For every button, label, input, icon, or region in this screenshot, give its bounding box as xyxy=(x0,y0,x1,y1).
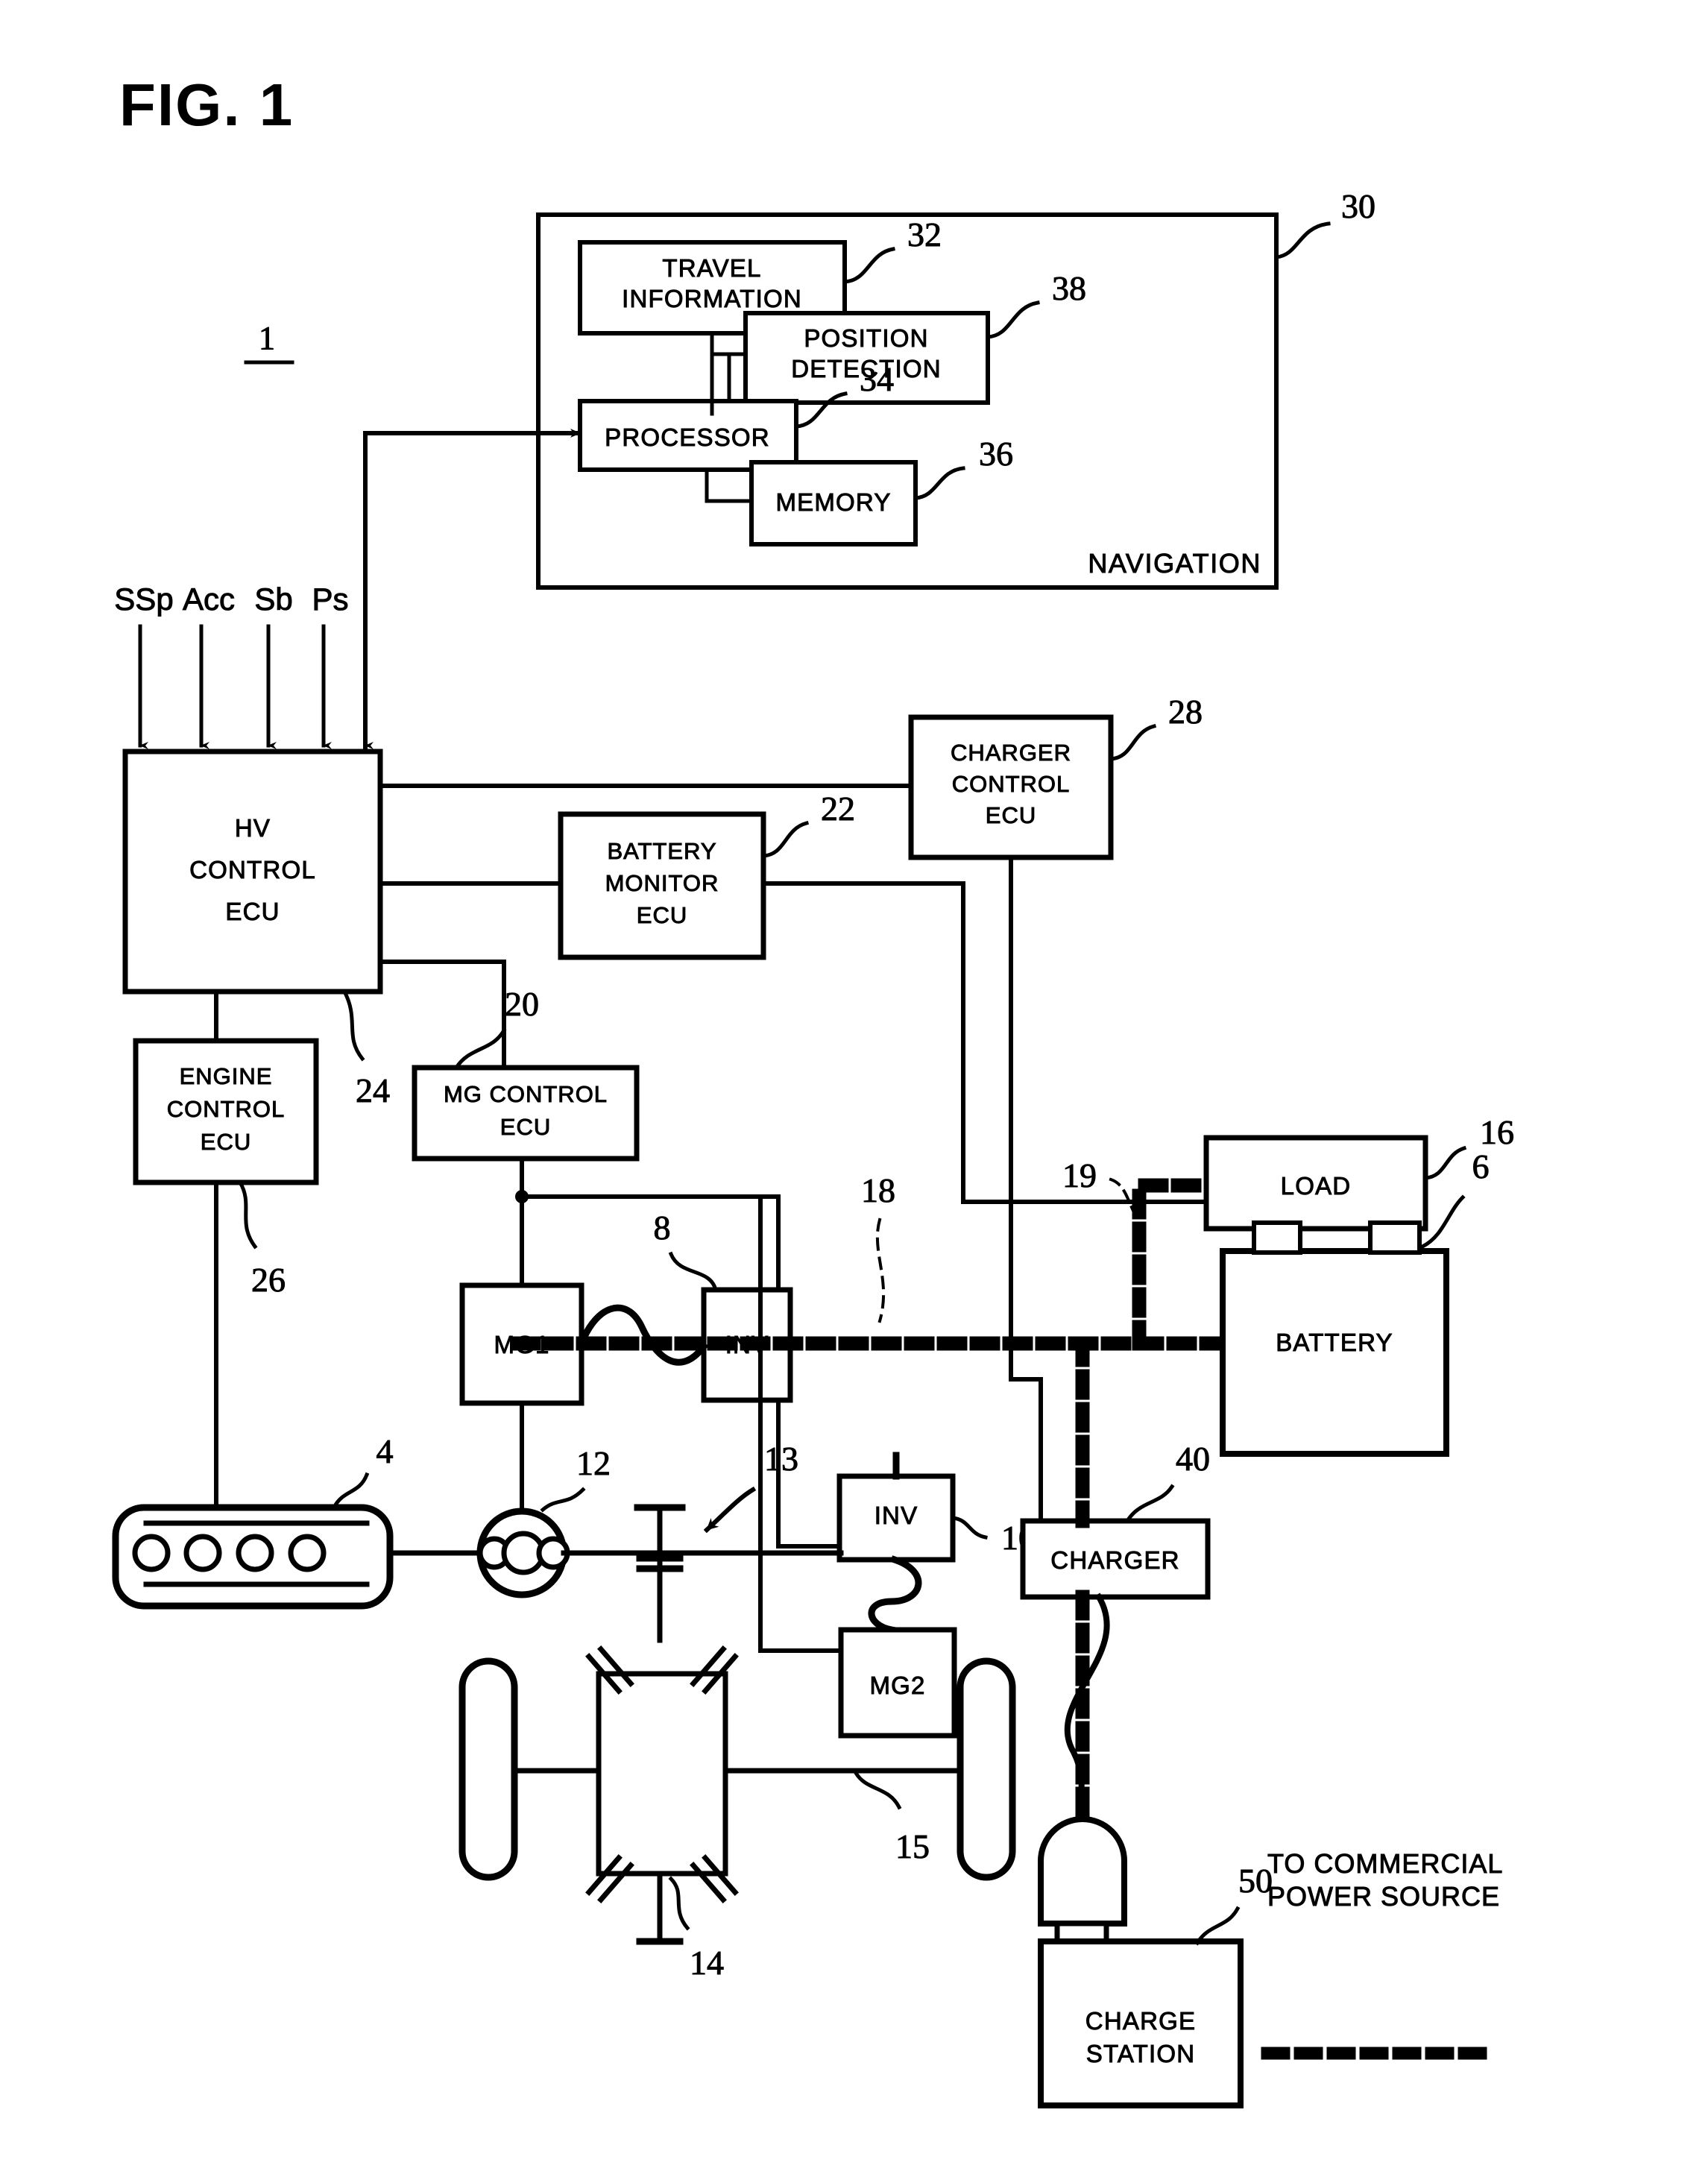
system-reference-number: 1 xyxy=(259,320,275,356)
wire-mg1junction-to-inv1 xyxy=(520,1194,763,1270)
leader-18 xyxy=(875,1217,886,1323)
leader-10 xyxy=(951,1516,988,1540)
block-battery-label: BATTERY xyxy=(1276,1329,1393,1356)
leader-22 xyxy=(761,820,810,858)
ref-number-26: 26 xyxy=(251,1261,286,1299)
block-position-detection-line1: POSITION xyxy=(804,324,928,352)
ref-number-14: 14 xyxy=(690,1944,724,1982)
wire-battery-monitor-to-bus xyxy=(761,881,1208,1204)
block-hv-control-ecu-line2: CONTROL xyxy=(189,856,316,883)
block-travel-information-line2: INFORMATION xyxy=(622,285,802,312)
ref-number-40: 40 xyxy=(1176,1440,1210,1478)
system-reference: 1 xyxy=(244,320,294,365)
block-inverter-2-label: INV xyxy=(875,1502,918,1529)
figure-canvas: 1 30 NAVIGATION TRAVEL INFORMATION 32 PO… xyxy=(112,187,1515,2108)
ac-waveform-inv2-mg2 xyxy=(868,1555,922,1634)
ref-number-38: 38 xyxy=(1052,269,1086,307)
ref-number-8: 8 xyxy=(654,1209,671,1247)
ref-number-12: 12 xyxy=(576,1444,611,1482)
leader-50 xyxy=(1194,1906,1241,1946)
block-charger-label: CHARGER xyxy=(1050,1546,1179,1574)
differential-body xyxy=(596,1671,728,1877)
transmission-gear xyxy=(634,1504,686,1643)
block-load-label: LOAD xyxy=(1281,1172,1352,1200)
ref-number-6: 6 xyxy=(1472,1147,1490,1185)
block-charge-station-line1: CHARGE xyxy=(1085,2007,1196,2035)
block-travel-information-line1: TRAVEL xyxy=(662,254,761,282)
wheel-left xyxy=(458,1657,518,1881)
block-battery-monitor-ecu-line3: ECU xyxy=(637,902,687,928)
leader-26 xyxy=(237,1179,258,1250)
ref-number-13: 13 xyxy=(764,1440,798,1478)
leader-15 xyxy=(853,1770,902,1810)
engine-cylinder-2 xyxy=(183,1534,222,1572)
ref-number-28: 28 xyxy=(1168,693,1203,731)
block-charger-control-ecu-line3: ECU xyxy=(986,802,1036,828)
load-branch-line xyxy=(1132,1178,1214,1351)
ref-number-19: 19 xyxy=(1062,1156,1097,1194)
block-processor-label: PROCESSOR xyxy=(605,423,770,451)
block-hv-control-ecu-line1: HV xyxy=(235,814,271,842)
wire-hv-to-mg-ecu xyxy=(378,960,506,1070)
ac-waveform-mg1-inv1 xyxy=(577,1304,709,1366)
ref-number-18: 18 xyxy=(861,1171,895,1209)
input-signal-arrows: SSp Acc Sb Ps xyxy=(114,582,374,749)
signal-label-ps: Ps xyxy=(312,582,348,617)
leader-6 xyxy=(1419,1194,1466,1250)
signal-label-acc: Acc xyxy=(183,582,235,617)
leader-19 xyxy=(1109,1177,1137,1216)
signal-label-ssp: SSp xyxy=(114,582,173,617)
commercial-power-line1: TO COMMERCIAL xyxy=(1267,1848,1503,1879)
ref-number-36: 36 xyxy=(979,435,1013,473)
leader-16 xyxy=(1423,1145,1467,1180)
battery-terminal-left xyxy=(1252,1220,1302,1255)
block-charger-control-ecu-line2: CONTROL xyxy=(952,771,1071,797)
block-battery-monitor-ecu-line1: BATTERY xyxy=(607,838,716,864)
ref-number-32: 32 xyxy=(907,215,942,253)
block-charger-control-ecu-line1: CHARGER xyxy=(951,740,1071,766)
ref-number-15: 15 xyxy=(895,1827,930,1865)
block-battery-monitor-ecu-line2: MONITOR xyxy=(605,870,719,896)
battery-terminal-right xyxy=(1368,1220,1422,1255)
ref-number-22: 22 xyxy=(821,790,855,828)
block-engine-control-ecu-line2: CONTROL xyxy=(167,1096,286,1122)
ref-number-4: 4 xyxy=(376,1432,394,1470)
leader-12 xyxy=(540,1487,586,1513)
ref-number-34: 34 xyxy=(860,360,894,398)
junction-dot-battery-feed xyxy=(1132,1194,1147,1209)
leader-28 xyxy=(1109,723,1157,761)
block-engine-control-ecu-line1: ENGINE xyxy=(180,1063,273,1089)
patent-figure-page: FIG. 1 1 30 NAVIGATION TRAVEL INFORMATIO… xyxy=(0,0,1708,2180)
engine-cylinder-3 xyxy=(236,1534,274,1572)
ref-number-24: 24 xyxy=(356,1071,390,1109)
leader-20 xyxy=(453,1027,507,1071)
leader-40 xyxy=(1124,1484,1175,1524)
leader-14 xyxy=(668,1876,690,1931)
commercial-power-line2: POWER SOURCE xyxy=(1267,1881,1500,1912)
leader-8 xyxy=(668,1251,719,1293)
block-mg-control-ecu-line1: MG CONTROL xyxy=(444,1081,608,1107)
navigation-panel-label: NAVIGATION xyxy=(1088,548,1261,579)
block-engine-control-ecu-line3: ECU xyxy=(201,1129,251,1155)
wire-charger-ecu-to-charger xyxy=(1009,855,1043,1523)
leader-30 xyxy=(1274,221,1331,259)
signal-label-sb: Sb xyxy=(254,582,292,617)
ref-number-16: 16 xyxy=(1480,1113,1514,1151)
leader-24 xyxy=(341,989,365,1062)
block-hv-control-ecu-line3: ECU xyxy=(225,898,280,925)
block-charge-station-line2: STATION xyxy=(1086,2040,1196,2067)
ref-number-20: 20 xyxy=(505,985,539,1023)
engine-cylinder-4 xyxy=(288,1534,327,1572)
ref-number-30: 30 xyxy=(1341,187,1375,225)
charge-plug xyxy=(1038,1816,1127,1927)
leader-4 xyxy=(331,1472,370,1510)
block-memory-label: MEMORY xyxy=(775,488,891,516)
block-mg2-label: MG2 xyxy=(869,1672,925,1699)
block-mg-control-ecu-line2: ECU xyxy=(500,1114,551,1140)
leader-13-arrow xyxy=(703,1486,757,1534)
engine-cylinder-1 xyxy=(132,1534,171,1572)
wheel-right xyxy=(957,1657,1016,1881)
